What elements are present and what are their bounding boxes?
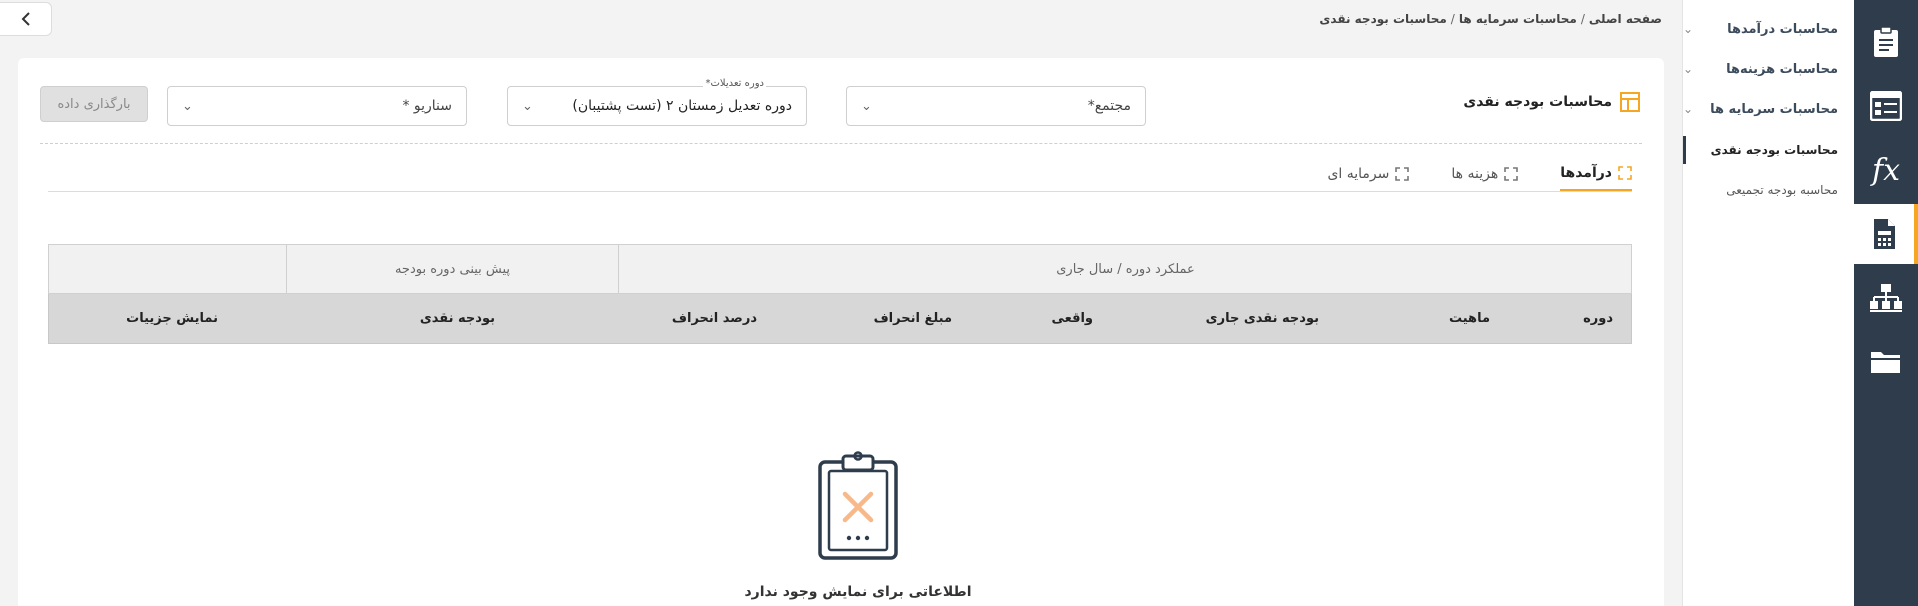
menu-sub-cash-budget[interactable]: محاسبات بودجه نقدی bbox=[1683, 139, 1838, 161]
empty-state-text: اطلاعاتی برای نمایش وجود ندارد bbox=[744, 584, 972, 600]
empty-state: اطلاعاتی برای نمایش وجود ندارد bbox=[718, 450, 998, 600]
clipboard-icon[interactable] bbox=[1854, 12, 1918, 72]
menu-item-label: محاسبات سرمایه ها bbox=[1710, 101, 1838, 117]
col-period[interactable]: دوره bbox=[1583, 294, 1613, 343]
tab-label: درآمدها bbox=[1560, 164, 1612, 181]
tab-label: هزینه ها bbox=[1451, 166, 1499, 182]
menu-sub-aggregate-budget[interactable]: محاسبه بودجه تجمیعی bbox=[1683, 179, 1838, 201]
chevron-down-icon: ⌄ bbox=[522, 98, 533, 114]
col-cash-budget[interactable]: بودجه نقدی bbox=[420, 294, 495, 343]
group-current-performance: عملکرد دوره / سال جاری bbox=[1056, 261, 1195, 277]
page-title: محاسبات بودجه نقدی bbox=[1463, 92, 1640, 112]
chevron-down-icon: ⌄ bbox=[1683, 102, 1694, 116]
period-value: دوره تعدیل زمستان ۲ (تست پشتیبان) bbox=[572, 98, 792, 114]
col-current-cash-budget[interactable]: بودجه نقدی جاری bbox=[1206, 294, 1319, 343]
menu-item-income[interactable]: محاسبات درآمدها ⌄ bbox=[1683, 17, 1838, 41]
tab-bar: درآمدها هزینه ها سرمایه ای bbox=[1327, 162, 1632, 192]
period-select[interactable]: دوره تعدیلات* دوره تعدیل زمستان ۲ (تست پ… bbox=[507, 78, 807, 126]
scenario-placeholder: سناریو * bbox=[402, 98, 452, 114]
chevron-down-icon: ⌄ bbox=[1683, 22, 1694, 36]
tab-capital[interactable]: سرمایه ای bbox=[1327, 162, 1410, 192]
table-group-header: عملکرد دوره / سال جاری پیش بینی دوره بود… bbox=[48, 244, 1632, 294]
col-deviation-amount[interactable]: مبلغ انحراف bbox=[874, 294, 952, 343]
chevron-left-icon bbox=[21, 12, 30, 26]
form-list-icon[interactable] bbox=[1854, 76, 1918, 136]
expand-icon bbox=[1395, 167, 1410, 181]
layout-grid-icon bbox=[1620, 92, 1640, 112]
folder-icon[interactable] bbox=[1854, 332, 1918, 392]
empty-clipboard-icon bbox=[818, 451, 898, 560]
breadcrumb: صفحه اصلی/محاسبات سرمایه ها/محاسبات بودج… bbox=[1319, 12, 1662, 26]
expand-icon bbox=[1618, 165, 1632, 180]
col-actual[interactable]: واقعی bbox=[1051, 294, 1093, 343]
expand-icon bbox=[1504, 167, 1519, 181]
chevron-down-icon: ⌄ bbox=[1683, 62, 1694, 76]
icon-rail: fx bbox=[1854, 0, 1918, 606]
col-nature[interactable]: ماهیت bbox=[1449, 294, 1490, 343]
menu-item-expenses[interactable]: محاسبات هزینه‌ها ⌄ bbox=[1683, 57, 1838, 81]
scenario-select[interactable]: سناریو * ⌄ bbox=[167, 86, 467, 126]
breadcrumb-home[interactable]: صفحه اصلی bbox=[1589, 12, 1662, 26]
chevron-down-icon: ⌄ bbox=[861, 98, 872, 114]
table-header: دوره ماهیت بودجه نقدی جاری واقعی مبلغ ان… bbox=[48, 294, 1632, 344]
period-label: دوره تعدیلات* bbox=[703, 78, 766, 89]
tab-expenses[interactable]: هزینه ها bbox=[1451, 162, 1519, 192]
tab-label: سرمایه ای bbox=[1327, 166, 1390, 182]
tab-income[interactable]: درآمدها bbox=[1560, 162, 1632, 192]
menu-item-label: محاسبات درآمدها bbox=[1727, 21, 1838, 37]
col-deviation-percent[interactable]: درصد انحراف bbox=[672, 294, 757, 343]
menu-item-capital[interactable]: محاسبات سرمایه ها ⌄ bbox=[1683, 97, 1838, 121]
sidebar-menu: محاسبات درآمدها ⌄ محاسبات هزینه‌ها ⌄ محا… bbox=[1682, 0, 1854, 606]
calculator-document-icon[interactable] bbox=[1854, 204, 1918, 264]
page-title-text: محاسبات بودجه نقدی bbox=[1463, 94, 1612, 110]
complex-placeholder: مجتمع* bbox=[1087, 98, 1131, 114]
tab-underline bbox=[48, 191, 1632, 192]
divider bbox=[40, 143, 1642, 144]
back-button[interactable] bbox=[0, 2, 52, 36]
menu-item-label: محاسبات هزینه‌ها bbox=[1726, 61, 1838, 77]
group-forecast: پیش بینی دوره بودجه bbox=[287, 245, 619, 293]
fx-icon[interactable]: fx bbox=[1854, 140, 1918, 200]
breadcrumb-capital[interactable]: محاسبات سرمایه ها bbox=[1459, 12, 1577, 26]
breadcrumb-current: محاسبات بودجه نقدی bbox=[1319, 12, 1447, 26]
chevron-down-icon: ⌄ bbox=[182, 98, 193, 114]
complex-select[interactable]: مجتمع* ⌄ bbox=[846, 86, 1146, 126]
main-card: محاسبات بودجه نقدی مجتمع* ⌄ دوره تعدیلات… bbox=[18, 58, 1664, 606]
col-show-details[interactable]: نمایش جزییات bbox=[126, 294, 218, 343]
load-data-button[interactable]: بارگذاری داده bbox=[40, 86, 148, 122]
org-chart-icon[interactable] bbox=[1854, 268, 1918, 328]
group-empty bbox=[49, 245, 287, 293]
